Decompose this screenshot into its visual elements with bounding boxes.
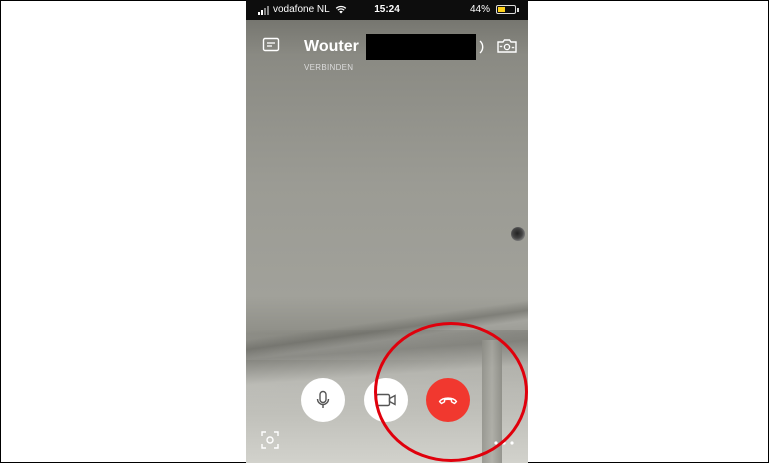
video-camera-icon (375, 393, 396, 407)
mute-microphone-button[interactable] (301, 378, 345, 422)
more-options-button[interactable] (492, 434, 516, 445)
video-call-screen: vodafone NL 15:24 44% Wouter VERBINDEN (246, 0, 528, 463)
call-header: Wouter VERBINDEN (246, 28, 528, 72)
battery-icon (496, 5, 516, 14)
camera-preview-lens (511, 227, 525, 241)
battery-nub (517, 8, 519, 12)
battery-fill (498, 7, 505, 12)
redaction-bar (366, 34, 476, 60)
caller-name: Wouter (304, 38, 359, 55)
battery-percentage: 44% (469, 4, 490, 15)
chat-button[interactable] (262, 37, 284, 57)
chat-icon (262, 37, 280, 52)
switch-camera-button[interactable] (496, 37, 518, 57)
snapshot-icon (261, 431, 279, 449)
phone-hangup-icon (438, 397, 458, 405)
switch-camera-icon (497, 39, 517, 53)
speaker-icon (479, 40, 484, 54)
call-status: VERBINDEN (304, 63, 354, 72)
microphone-icon (316, 390, 330, 408)
more-dots-icon (494, 441, 514, 445)
snapshot-button[interactable] (260, 430, 282, 452)
status-bar: vodafone NL 15:24 44% (246, 0, 528, 20)
end-call-button[interactable] (426, 378, 470, 422)
toggle-video-button[interactable] (364, 378, 408, 422)
speaker-button[interactable] (478, 39, 488, 55)
